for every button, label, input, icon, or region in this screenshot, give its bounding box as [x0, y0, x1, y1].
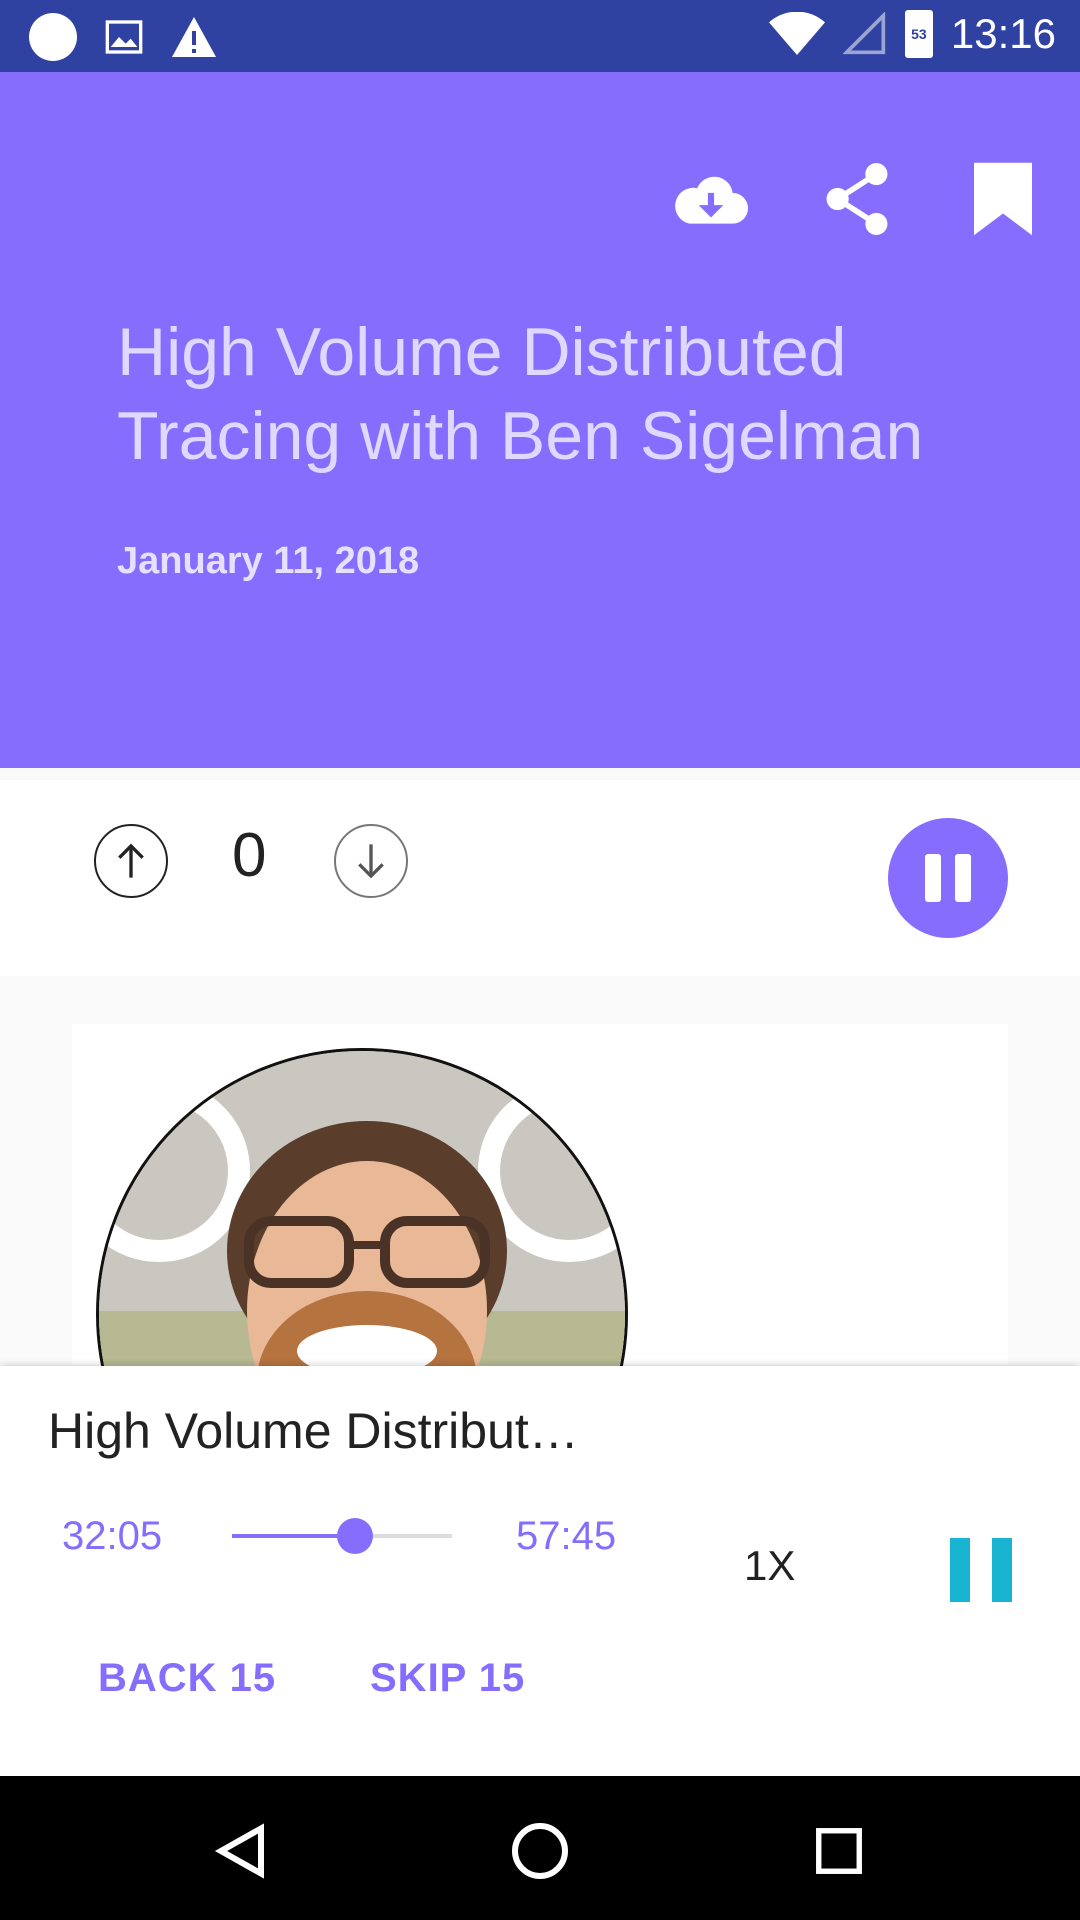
- download-button[interactable]: [674, 162, 748, 236]
- recents-square-icon: [816, 1828, 862, 1874]
- player-pause-button[interactable]: [950, 1538, 1012, 1602]
- recents-nav-button[interactable]: [804, 1816, 874, 1886]
- arrow-up-icon: [118, 843, 144, 878]
- vote-bar: 0: [0, 780, 1080, 976]
- playback-speed-button[interactable]: 1X: [744, 1542, 795, 1590]
- back-nav-button[interactable]: [206, 1816, 276, 1886]
- pause-icon: [925, 854, 941, 902]
- back-triangle-icon: [214, 1823, 264, 1879]
- pause-icon: [950, 1538, 970, 1602]
- notification-circle-icon: [29, 13, 77, 61]
- status-bar: 53 13:16: [0, 0, 1080, 72]
- clock: 13:16: [950, 10, 1056, 57]
- episode-pause-button[interactable]: [888, 818, 1008, 938]
- wifi-icon: [768, 12, 825, 55]
- seek-slider[interactable]: [232, 1518, 452, 1554]
- share-icon: [826, 163, 888, 235]
- vote-count: 0: [232, 821, 267, 890]
- battery-icon: 53: [904, 10, 933, 58]
- cell-signal-icon: [842, 12, 886, 55]
- guest-card: [72, 1024, 1008, 1580]
- skip-15-button[interactable]: SKIP 15: [370, 1656, 525, 1701]
- bookmark-button[interactable]: [966, 162, 1040, 236]
- share-button[interactable]: [820, 162, 894, 236]
- home-circle-icon: [512, 1823, 568, 1879]
- system-nav-bar: [0, 1776, 1080, 1920]
- upvote-button[interactable]: [94, 824, 168, 898]
- battery-level: 53: [911, 26, 927, 42]
- player-title: High Volume Distribut…: [48, 1403, 579, 1459]
- total-time: 57:45: [516, 1514, 617, 1558]
- seek-thumb[interactable]: [337, 1518, 374, 1554]
- mini-player: High Volume Distribut… 32:05 57:45 1X BA…: [0, 1366, 1080, 1776]
- arrow-down-icon: [358, 844, 384, 879]
- elapsed-time: 32:05: [62, 1514, 163, 1558]
- downvote-button[interactable]: [334, 824, 408, 898]
- back-15-button[interactable]: BACK 15: [98, 1656, 276, 1701]
- warning-icon: [172, 17, 216, 57]
- home-nav-button[interactable]: [505, 1816, 575, 1886]
- episode-header: High Volume Distributed Tracing with Ben…: [0, 72, 1080, 768]
- bookmark-icon: [974, 162, 1032, 236]
- episode-date: January 11, 2018: [117, 540, 420, 582]
- episode-title: High Volume Distributed Tracing with Ben…: [117, 314, 924, 474]
- cloud-download-icon: [675, 176, 748, 224]
- image-icon: [105, 20, 143, 54]
